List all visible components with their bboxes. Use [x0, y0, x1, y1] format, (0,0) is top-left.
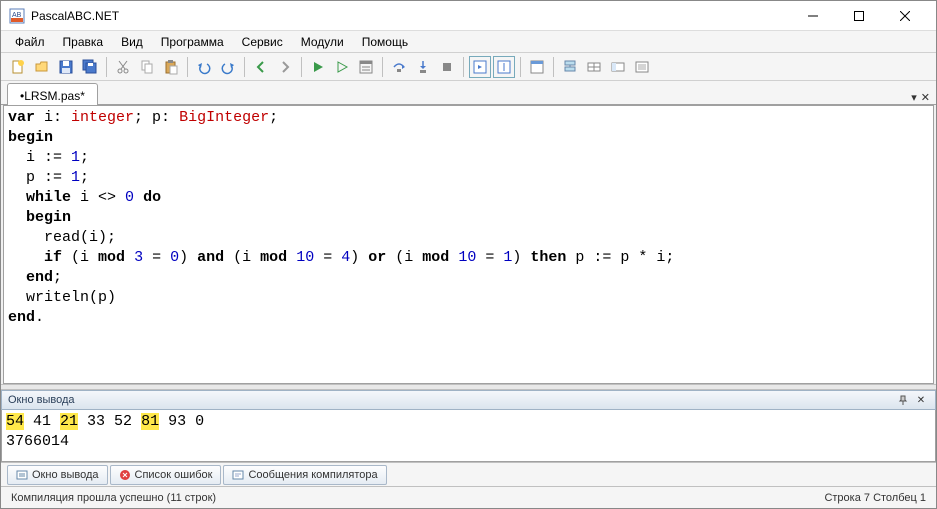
close-button[interactable]: [882, 1, 928, 31]
bottom-tabs: Окно вывода Список ошибок Сообщения комп…: [1, 462, 936, 486]
run-button[interactable]: [307, 56, 329, 78]
toggle-output-left-button[interactable]: [469, 56, 491, 78]
errors-tab-icon: [119, 469, 131, 481]
code-line: p := 1;: [8, 168, 929, 188]
code-line: writeln(p): [8, 288, 929, 308]
new-file-button[interactable]: [7, 56, 29, 78]
menu-view[interactable]: Вид: [113, 33, 151, 51]
toolbar-separator: [301, 57, 302, 77]
disassembly-button[interactable]: [631, 56, 653, 78]
bottom-tab-output[interactable]: Окно вывода: [7, 465, 108, 485]
form-designer-button[interactable]: [526, 56, 548, 78]
copy-button[interactable]: [136, 56, 158, 78]
bottom-tab-errors-label: Список ошибок: [135, 469, 213, 481]
stop-button[interactable]: [436, 56, 458, 78]
code-line: var i: integer; p: BigInteger;: [8, 108, 929, 128]
tab-label: •LRSM.pas*: [20, 89, 85, 103]
status-cursor-position: Строка 7 Столбец 1: [824, 492, 926, 504]
output-panel-title: Окно вывода: [8, 394, 893, 406]
maximize-button[interactable]: [836, 1, 882, 31]
code-line: end.: [8, 308, 929, 328]
toolbar-separator: [520, 57, 521, 77]
bottom-tab-output-label: Окно вывода: [32, 469, 99, 481]
tab-close-icon[interactable]: ✕: [921, 91, 930, 104]
code-line: begin: [8, 128, 929, 148]
nav-forward-button[interactable]: [274, 56, 296, 78]
cut-button[interactable]: [112, 56, 134, 78]
output-panel[interactable]: 54 41 21 33 52 81 93 03766014: [1, 410, 936, 462]
editor-tabstrip: •LRSM.pas* ▾ ✕: [1, 81, 936, 105]
code-line: i := 1;: [8, 148, 929, 168]
locals-button[interactable]: [607, 56, 629, 78]
messages-tab-icon: [232, 469, 244, 481]
step-over-button[interactable]: [388, 56, 410, 78]
toolbar-separator: [187, 57, 188, 77]
menubar: Файл Правка Вид Программа Сервис Модули …: [1, 31, 936, 53]
code-editor[interactable]: var i: integer; p: BigInteger;begin i :=…: [3, 105, 934, 384]
open-file-button[interactable]: [31, 56, 53, 78]
code-line: end;: [8, 268, 929, 288]
tab-dropdown-icon[interactable]: ▾: [911, 91, 917, 104]
menu-help[interactable]: Помощь: [354, 33, 416, 51]
nav-back-button[interactable]: [250, 56, 272, 78]
editor-tab-active[interactable]: •LRSM.pas*: [7, 83, 98, 105]
app-icon: AB: [9, 8, 25, 24]
output-pin-icon[interactable]: [895, 392, 911, 408]
bottom-tab-messages[interactable]: Сообщения компилятора: [223, 465, 386, 485]
step-into-button[interactable]: [412, 56, 434, 78]
menu-service[interactable]: Сервис: [234, 33, 291, 51]
toolbar-separator: [106, 57, 107, 77]
code-line: while i <> 0 do: [8, 188, 929, 208]
code-line: read(i);: [8, 228, 929, 248]
output-close-icon[interactable]: ✕: [913, 392, 929, 408]
toolbar: [1, 53, 936, 81]
status-compile-message: Компиляция прошла успешно (11 строк): [11, 492, 824, 504]
menu-edit[interactable]: Правка: [55, 33, 112, 51]
code-line: begin: [8, 208, 929, 228]
statusbar: Компиляция прошла успешно (11 строк) Стр…: [1, 486, 936, 508]
save-all-button[interactable]: [79, 56, 101, 78]
watch-button[interactable]: [583, 56, 605, 78]
output-tab-icon: [16, 469, 28, 481]
menu-program[interactable]: Программа: [153, 33, 232, 51]
save-button[interactable]: [55, 56, 77, 78]
titlebar: AB PascalABC.NET: [1, 1, 936, 31]
output-panel-header: Окно вывода ✕: [1, 390, 936, 410]
output-line: 3766014: [6, 432, 931, 452]
bottom-tab-errors[interactable]: Список ошибок: [110, 465, 222, 485]
redo-button[interactable]: [217, 56, 239, 78]
run-noargs-button[interactable]: [331, 56, 353, 78]
toolbar-separator: [463, 57, 464, 77]
toolbar-separator: [553, 57, 554, 77]
undo-button[interactable]: [193, 56, 215, 78]
window-title: PascalABC.NET: [31, 9, 790, 23]
svg-text:AB: AB: [12, 12, 22, 19]
menu-modules[interactable]: Модули: [293, 33, 352, 51]
menu-file[interactable]: Файл: [7, 33, 53, 51]
paste-button[interactable]: [160, 56, 182, 78]
toolbar-separator: [382, 57, 383, 77]
code-line: if (i mod 3 = 0) and (i mod 10 = 4) or (…: [8, 248, 929, 268]
bottom-tab-messages-label: Сообщения компилятора: [248, 469, 377, 481]
toggle-output-right-button[interactable]: [493, 56, 515, 78]
minimize-button[interactable]: [790, 1, 836, 31]
class-view-button[interactable]: [559, 56, 581, 78]
toolbar-separator: [244, 57, 245, 77]
output-line: 54 41 21 33 52 81 93 0: [6, 412, 931, 432]
compile-button[interactable]: [355, 56, 377, 78]
